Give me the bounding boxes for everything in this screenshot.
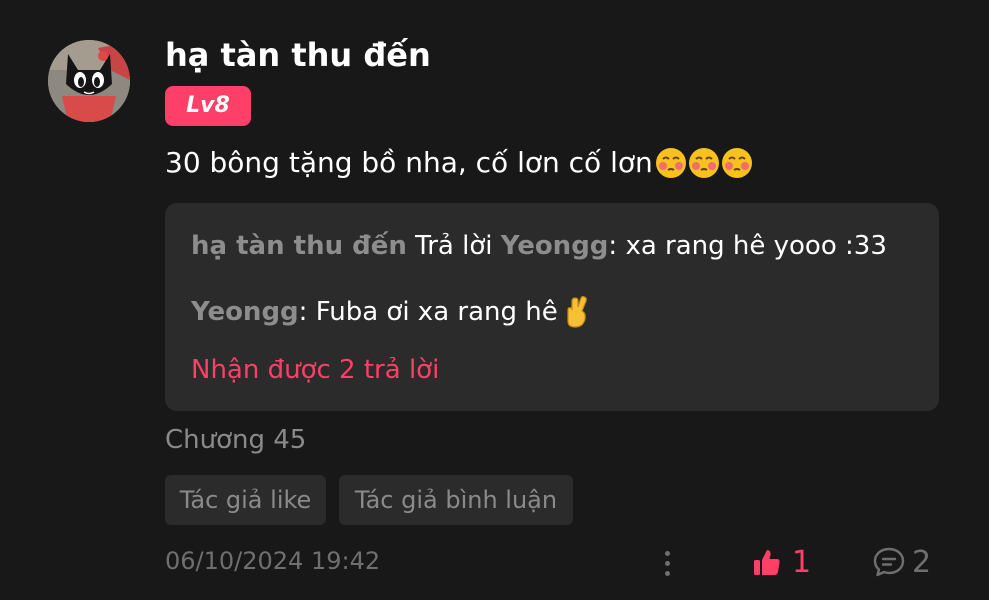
like-button[interactable]: 1 xyxy=(752,542,811,582)
blushing-face-emoji-icon xyxy=(655,147,686,178)
avatar[interactable] xyxy=(48,40,130,122)
replies-panel: hạ tàn thu đến Trả lời Yeongg: xa rang h… xyxy=(165,203,939,411)
blushing-face-emoji-icon xyxy=(688,147,719,178)
reply-target[interactable]: Yeongg xyxy=(501,231,609,261)
chapter-label: Chương 45 xyxy=(165,425,307,455)
reply-count: 2 xyxy=(912,544,932,580)
like-count: 1 xyxy=(792,544,812,580)
crossed-fingers-emoji-icon xyxy=(567,296,587,328)
black-cat-avatar-icon xyxy=(48,40,130,122)
speech-bubble-icon xyxy=(873,547,905,577)
level-badge: Lv8 xyxy=(165,86,251,126)
reply-button[interactable]: 2 xyxy=(872,542,931,582)
reply-author[interactable]: hạ tàn thu đến xyxy=(191,231,407,261)
more-options-button[interactable] xyxy=(654,546,680,580)
view-replies-link[interactable]: Nhận được 2 trả lời xyxy=(191,355,439,385)
comment-card: hạ tàn thu đến Lv8 30 bông tặng bồ nha, … xyxy=(0,0,989,600)
reply-text: : Fuba ơi xa rang hê xyxy=(298,297,558,327)
vertical-dots-icon xyxy=(664,570,670,576)
timestamp: 06/10/2024 19:42 xyxy=(165,547,381,575)
tag-author-like: Tác giả like xyxy=(165,475,326,525)
blushing-face-emoji-icon xyxy=(721,147,752,178)
emoji-group xyxy=(655,147,754,179)
username[interactable]: hạ tàn thu đến xyxy=(165,36,431,74)
reply-action: Trả lời xyxy=(406,231,501,261)
reply-item[interactable]: hạ tàn thu đến Trả lời Yeongg: xa rang h… xyxy=(191,231,887,261)
comment-text: 30 bông tặng bồ nha, cố lơn cố lơn xyxy=(165,146,653,179)
reply-item[interactable]: Yeongg: Fuba ơi xa rang hê xyxy=(191,295,591,329)
reply-text: : xa rang hê yooo :33 xyxy=(608,231,887,261)
thumbs-up-icon xyxy=(754,550,780,575)
comment-body: 30 bông tặng bồ nha, cố lơn cố lơn xyxy=(165,146,754,179)
tag-author-comment: Tác giả bình luận xyxy=(339,475,573,525)
reply-author[interactable]: Yeongg xyxy=(191,297,299,327)
vertical-dots-icon xyxy=(664,550,670,556)
vertical-dots-icon xyxy=(664,560,670,566)
